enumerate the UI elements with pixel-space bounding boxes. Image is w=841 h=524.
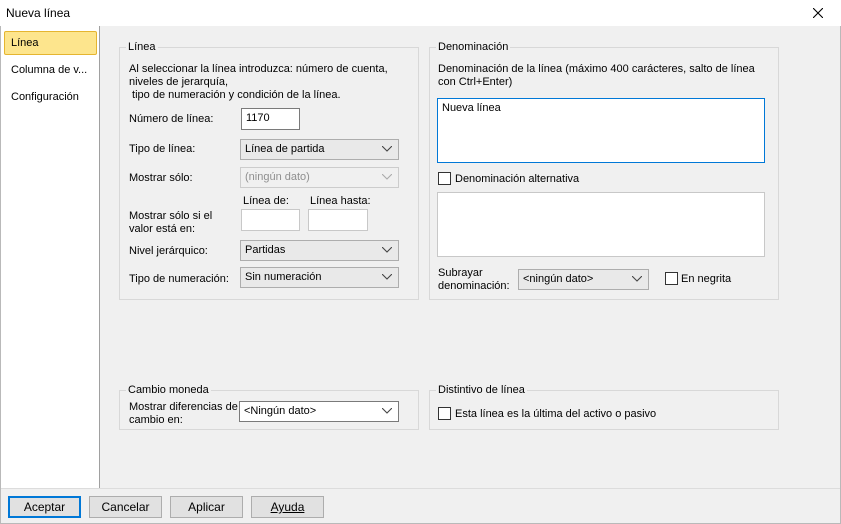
- help-button-label: Ayuda: [270, 500, 305, 514]
- linea-hasta-label: Línea hasta:: [310, 195, 371, 207]
- sidebar-item-linea[interactable]: Línea: [4, 31, 97, 55]
- sidebar: Línea Columna de v... Configuración: [1, 26, 100, 488]
- chevron-down-icon: [382, 146, 392, 152]
- denominacion-legend: Denominación: [436, 41, 511, 53]
- linea-intro-2: niveles de jerarquía,: [129, 76, 229, 88]
- subrayar-label-2: denominación:: [438, 280, 510, 292]
- cancel-button[interactable]: Cancelar: [89, 496, 162, 518]
- linea-legend: Línea: [126, 41, 158, 53]
- subrayar-label-1: Subrayar: [438, 267, 483, 279]
- subrayar-select[interactable]: <ningún dato>: [518, 269, 649, 290]
- chevron-down-icon: [382, 408, 392, 414]
- linea-hasta-input[interactable]: [308, 209, 368, 231]
- denominacion-alternativa-textarea[interactable]: [437, 192, 765, 257]
- tipo-linea-select[interactable]: Línea de partida: [240, 139, 399, 160]
- mostrar-si-label-1: Mostrar sólo si el: [129, 210, 213, 222]
- tipo-linea-value: Línea de partida: [245, 143, 325, 155]
- chevron-down-icon: [632, 276, 642, 282]
- cambio-moneda-legend: Cambio moneda: [126, 384, 211, 396]
- nivel-jerarquico-select[interactable]: Partidas: [240, 240, 399, 261]
- apply-button[interactable]: Aplicar: [170, 496, 243, 518]
- cambio-moneda-value: <Ningún dato>: [244, 405, 317, 417]
- chevron-down-icon: [382, 174, 392, 180]
- linea-de-input[interactable]: [241, 209, 300, 231]
- mostrar-solo-label: Mostrar sólo:: [129, 172, 193, 184]
- ultima-linea-label: Esta línea es la última del activo o pas…: [455, 408, 657, 420]
- numero-linea-label: Número de línea:: [129, 113, 214, 125]
- ultima-linea-checkbox[interactable]: [438, 407, 451, 420]
- numero-linea-input[interactable]: 1170: [241, 108, 300, 130]
- denominacion-hint-1: Denominación de la línea (máximo 400 car…: [438, 63, 755, 75]
- en-negrita-checkbox[interactable]: [665, 272, 678, 285]
- denominacion-alternativa-checkbox[interactable]: [438, 172, 451, 185]
- sidebar-item-columna[interactable]: Columna de v...: [4, 58, 97, 82]
- nivel-jerarquico-label: Nivel jerárquico:: [129, 245, 208, 257]
- mostrar-solo-select: (ningún dato): [240, 167, 399, 188]
- close-button[interactable]: [795, 0, 841, 26]
- cambio-label-2: cambio en:: [129, 414, 183, 426]
- tipo-numeracion-label: Tipo de numeración:: [129, 273, 229, 285]
- en-negrita-label: En negrita: [681, 273, 732, 285]
- denominacion-alternativa-label: Denominación alternativa: [455, 173, 580, 185]
- mostrar-si-label-2: valor está en:: [129, 223, 196, 235]
- denominacion-hint-2: con Ctrl+Enter): [438, 76, 513, 88]
- close-icon: [813, 8, 823, 18]
- subrayar-value: <ningún dato>: [523, 273, 594, 285]
- window-title: Nueva línea: [6, 6, 71, 20]
- distintivo-legend: Distintivo de línea: [436, 384, 527, 396]
- linea-de-label: Línea de:: [243, 195, 289, 207]
- help-button[interactable]: Ayuda: [251, 496, 324, 518]
- accept-button[interactable]: Aceptar: [8, 496, 81, 518]
- linea-intro-3: tipo de numeración y condición de la lín…: [129, 89, 341, 101]
- tipo-linea-label: Tipo de línea:: [129, 143, 196, 155]
- linea-intro-1: Al seleccionar la línea introduzca: núme…: [129, 63, 388, 75]
- tipo-numeracion-value: Sin numeración: [245, 271, 322, 283]
- cambio-label-1: Mostrar diferencias de: [129, 401, 238, 413]
- chevron-down-icon: [382, 274, 392, 280]
- cambio-moneda-select[interactable]: <Ningún dato>: [239, 401, 399, 422]
- mostrar-solo-value: (ningún dato): [245, 171, 310, 183]
- tipo-numeracion-select[interactable]: Sin numeración: [240, 267, 399, 288]
- sidebar-item-configuracion[interactable]: Configuración: [4, 85, 97, 109]
- nivel-jerarquico-value: Partidas: [245, 244, 286, 256]
- denominacion-textarea[interactable]: Nueva línea: [437, 98, 765, 163]
- chevron-down-icon: [382, 247, 392, 253]
- title-bar: Nueva línea: [0, 0, 841, 26]
